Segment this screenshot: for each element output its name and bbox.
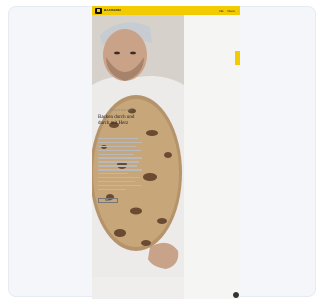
- read-more-button[interactable]: Mehr: [98, 198, 118, 203]
- top-nav: DE Menü: [219, 9, 235, 13]
- article-headline: Backen durch und durch mit Herz: [98, 115, 135, 126]
- article-kicker: HANDWERK: [109, 108, 133, 112]
- side-tab[interactable]: [235, 51, 240, 65]
- scroll-top-button[interactable]: [233, 292, 239, 298]
- article-body-text: [98, 138, 142, 192]
- nav-menu[interactable]: Menü: [227, 9, 235, 13]
- article-panel: [184, 15, 240, 299]
- top-bar: BÄCKEREI DE Menü: [92, 6, 240, 15]
- brand-name: BÄCKEREI: [104, 9, 122, 12]
- nav-language[interactable]: DE: [219, 9, 223, 13]
- brand-logo[interactable]: [95, 7, 102, 14]
